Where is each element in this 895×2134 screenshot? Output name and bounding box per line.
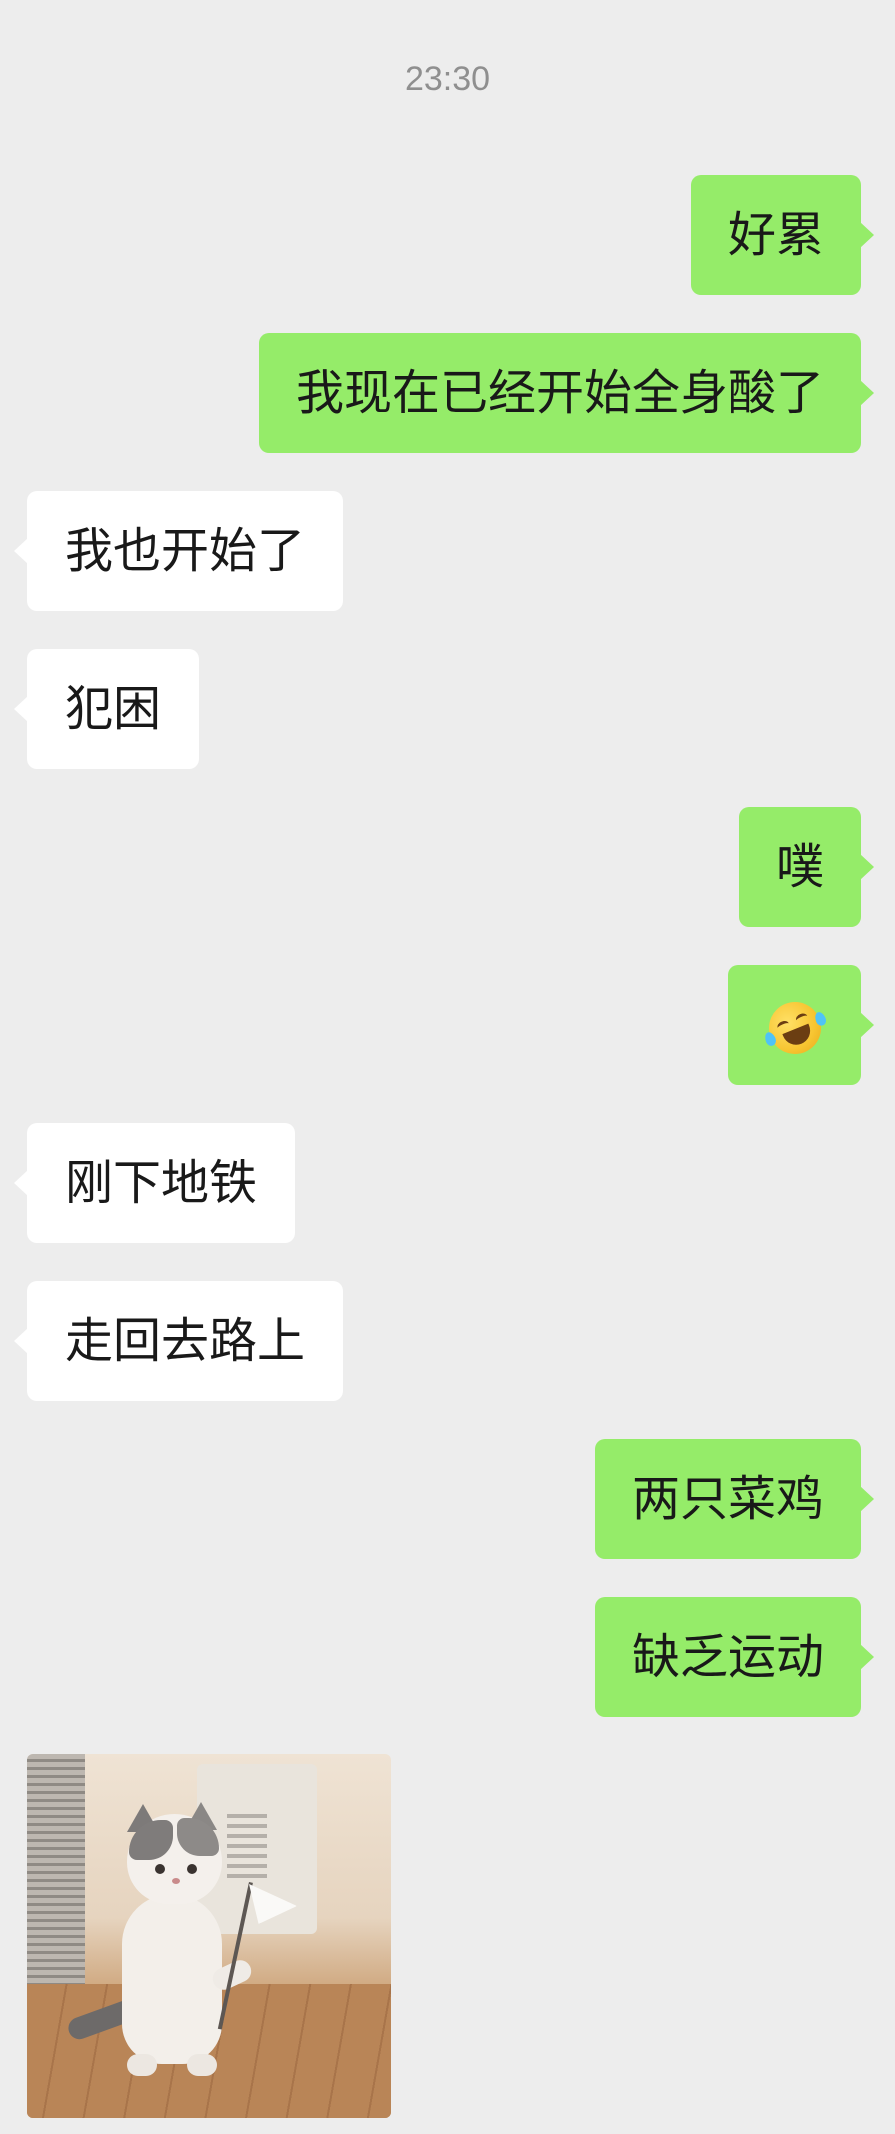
bubble-tail: [860, 1012, 874, 1038]
outgoing-message-bubble[interactable]: 我现在已经开始全身酸了: [258, 333, 874, 453]
message-timestamp: 23:30: [404, 60, 491, 98]
message-text: 两只菜鸡: [631, 1471, 824, 1527]
chat-conversation: 23:30 好累 我现在已经开始全身酸了 我也开始了 犯困 噗 刚下地铁 走回去…: [0, 0, 895, 2134]
rolling-on-the-floor-laughing-emoji-icon: [760, 994, 829, 1062]
bubble-tail: [860, 222, 874, 248]
incoming-message-bubble[interactable]: 犯困: [14, 649, 200, 769]
message-text: 缺乏运动: [631, 1629, 824, 1685]
incoming-message-bubble[interactable]: 走回去路上: [14, 1281, 344, 1401]
bubble-tail: [860, 1644, 874, 1670]
bubble-tail: [14, 1328, 28, 1354]
bubble-tail: [860, 854, 874, 880]
outgoing-message-bubble[interactable]: 缺乏运动: [594, 1597, 874, 1717]
outgoing-message-bubble[interactable]: 噗: [738, 807, 874, 927]
outgoing-message-bubble[interactable]: 两只菜鸡: [594, 1439, 874, 1559]
message-text: 我现在已经开始全身酸了: [295, 365, 824, 421]
cat-illustration: [122, 1894, 222, 2064]
outgoing-message-bubble[interactable]: [728, 965, 874, 1085]
message-text: 走回去路上: [65, 1313, 306, 1369]
message-text: 犯困: [65, 681, 162, 737]
message-text: 噗: [775, 839, 824, 895]
bubble-tail: [14, 1170, 28, 1196]
message-text: 刚下地铁: [65, 1155, 258, 1211]
bubble-tail: [14, 538, 28, 564]
cat-holding-white-flag-sticker[interactable]: [27, 1754, 391, 2118]
window-blinds-illustration: [27, 1754, 85, 1984]
message-text: 我也开始了: [65, 523, 306, 579]
incoming-message-bubble[interactable]: 我也开始了: [14, 491, 344, 611]
bubble-tail: [14, 696, 28, 722]
message-text: 好累: [727, 207, 824, 263]
incoming-message-bubble[interactable]: 刚下地铁: [14, 1123, 296, 1243]
outgoing-message-bubble[interactable]: 好累: [690, 175, 874, 295]
bubble-tail: [860, 380, 874, 406]
bubble-tail: [860, 1486, 874, 1512]
